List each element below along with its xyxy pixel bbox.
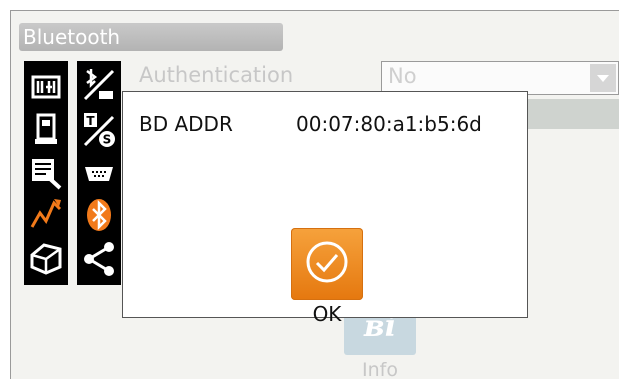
chevron-down-icon[interactable] [590,64,616,92]
bd-addr-value: 00:07:80:a1:b5:6d [296,112,482,136]
window-title: Bluetooth [19,23,283,51]
authentication-label: Authentication [139,63,294,87]
ok-button[interactable] [291,228,363,300]
icon-column-right: TS [77,61,121,285]
ok-label: OK [312,302,342,326]
toolbox-icon[interactable] [28,237,64,277]
serial-port-icon[interactable] [81,153,117,193]
graph-icon[interactable] [28,193,64,233]
survey-device-icon[interactable] [28,109,64,149]
share-icon[interactable] [81,239,117,279]
authentication-dropdown[interactable]: No [381,61,619,95]
screen: Bluetooth TS Authentication No ʙi Info B… [10,10,619,379]
checkmark-icon [306,241,348,283]
info-label: Info [362,359,398,379]
bd-addr-label: BD ADDR [139,112,233,136]
bluetooth-com-icon[interactable] [81,65,117,105]
disabled-field [525,99,619,129]
bluetooth-icon[interactable] [81,195,117,235]
svg-text:T: T [86,114,95,128]
toggle-ts-icon[interactable]: TS [81,109,117,149]
svg-text:S: S [103,133,112,147]
bd-address-dialog: BD ADDR 00:07:80:a1:b5:6d OK [122,91,528,326]
document-edit-icon[interactable] [28,151,64,191]
authentication-value: No [388,64,417,88]
instrument-icon[interactable] [28,67,64,107]
icon-column-left [24,61,68,285]
